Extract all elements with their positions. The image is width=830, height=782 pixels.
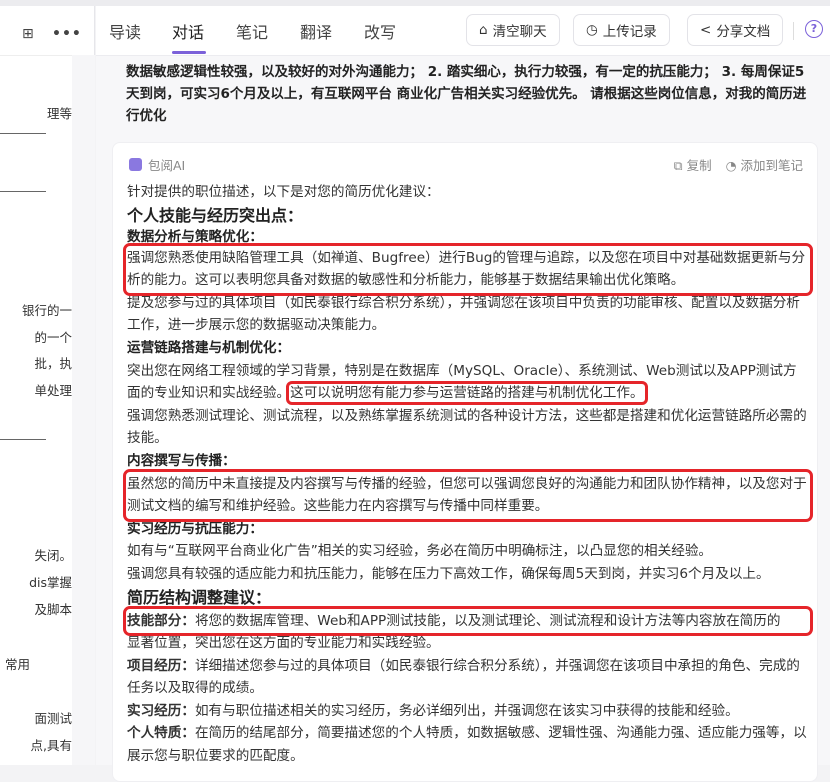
clock-icon: ◷ (586, 22, 598, 38)
paragraph: 强调您具有较强的适应能力和抗压能力，能够在压力下高效工作，确保每周5天到岗，并实… (127, 565, 770, 582)
add-icon[interactable]: ⊞ (22, 26, 34, 42)
upload-history-button[interactable]: ◷ 上传记录 (573, 14, 670, 46)
tab-translate[interactable]: 翻译 (300, 19, 332, 43)
paragraph: 如有与“互联网平台商业化广告”相关的实习经验，务必在简历中明确标注，以凸显您的相… (127, 543, 713, 560)
divider (0, 439, 46, 440)
tab-chat[interactable]: 对话 (172, 19, 204, 43)
doc-text: 及脚本 (34, 602, 72, 617)
section-heading: 简历结构调整建议： (127, 587, 272, 607)
tab-guide[interactable]: 导读 (109, 19, 141, 43)
user-message: 数据敏感逻辑性较强，以及较好的对外沟通能力； 2. 踏实细心，执行力较强，有一定… (126, 64, 807, 124)
active-tab-indicator (172, 51, 206, 54)
list-item: 技能部分：将您的数据库管理、Web和APP测试技能，以及测试理论、测试流程和设计… (123, 605, 813, 655)
answer-body: 针对提供的职位描述，以下是对您的简历优化建议： 个人技能与经历突出点： 数据分析… (123, 181, 813, 768)
share-icon: < (700, 22, 712, 38)
list-item: 项目经历：详细描述您参与过的具体项目（如民泰银行综合积分系统），并强调您在该项目… (127, 657, 800, 697)
divider (0, 133, 46, 134)
copy-button[interactable]: ⧉ 复制 (674, 155, 712, 174)
add-to-notes-button[interactable]: ◔ 添加到笔记 (726, 155, 803, 174)
subheading: 数据分析与策略优化： (127, 228, 263, 245)
doc-text: 银行的一 (21, 303, 72, 318)
tab-rewrite[interactable]: 改写 (364, 19, 396, 43)
bot-logo-icon (129, 158, 142, 171)
share-document-button[interactable]: < 分享文档 (687, 14, 784, 46)
doc-text: 失闭。 (34, 548, 72, 563)
highlighted-sentence: 这可以说明您有能力参与运营链路的搭建与机制优化工作。 (286, 381, 648, 406)
paragraph: 强调您熟悉测试理论、测试流程，以及熟练掌握系统测试的各种设计方法，这些都是搭建和… (127, 407, 807, 447)
subheading: 实习经历与抗压能力： (127, 520, 263, 537)
intro-text: 针对提供的职位描述，以下是对您的简历优化建议： (127, 184, 440, 200)
tab-notes[interactable]: 笔记 (236, 19, 268, 43)
paragraph: 提及您参与过的具体项目（如民泰银行综合积分系统），并强调您在该项目中负责的功能审… (127, 294, 800, 334)
bot-label: 包阅AI (129, 155, 185, 174)
doc-text: 理等 (46, 106, 72, 121)
highlighted-paragraph: 强调您熟悉使用缺陷管理工具（如禅道、Bugfree）进行Bug的管理与追踪，以及… (123, 242, 813, 296)
doc-text: 批，执 (34, 356, 72, 371)
panel-gap (72, 55, 95, 765)
divider (793, 22, 794, 40)
doc-text: 常用 (4, 657, 30, 672)
document-preview: 理等 银行的一 的一个 批，执 单处理 失闭。 dis掌握 及脚本 常用 面测试… (0, 55, 72, 765)
doc-text: 点,具有 (30, 738, 72, 753)
ai-answer-card: 包阅AI ⧉ 复制 ◔ 添加到笔记 针对提供的职位描述，以下是对您的简历优化建议… (112, 142, 818, 782)
doc-text: 面测试 (34, 711, 72, 726)
clear-chat-button[interactable]: ⌂ 清空聊天 (466, 14, 560, 46)
list-item: 实习经历：如有与职位描述相关的实习经历，务必详细列出，并强调您在该实习中获得的技… (127, 702, 739, 719)
highlighted-line: 技能部分：将您的数据库管理、Web和APP测试技能，以及测试理论、测试流程和设计… (123, 605, 813, 637)
chat-header: 导读 对话 笔记 翻译 改写 ⌂ 清空聊天 ◷ 上传记录 < 分享文档 ? (96, 6, 830, 56)
section-heading: 个人技能与经历突出点： (127, 205, 304, 225)
help-icon[interactable]: ? (805, 20, 823, 38)
doc-text: 单处理 (34, 383, 72, 398)
doc-text: dis掌握 (29, 575, 72, 590)
subheading: 运营链路搭建与机制优化： (127, 339, 291, 356)
chat-panel: 导读 对话 笔记 翻译 改写 ⌂ 清空聊天 ◷ 上传记录 < 分享文档 ? 数据敏感逻… (96, 6, 830, 782)
broom-icon: ⌂ (479, 22, 488, 38)
more-icon[interactable]: ••• (52, 26, 82, 42)
highlighted-paragraph: 虽然您的简历中未直接提及内容撰写与传播的经验，但您可以强调您良好的沟通能力和团队… (123, 468, 813, 522)
divider (0, 191, 46, 192)
doc-text: 的一个 (34, 330, 72, 345)
subheading: 内容撰写与传播： (127, 452, 236, 469)
paragraph: 突出您在网络工程领域的学习背景，特别是在数据库（MySQL、Oracle）、系统… (127, 362, 797, 406)
list-item: 个人特质：在简历的结尾部分，简要描述您的个人特质，如数据敏感、逻辑性强、沟通能力… (127, 725, 807, 765)
